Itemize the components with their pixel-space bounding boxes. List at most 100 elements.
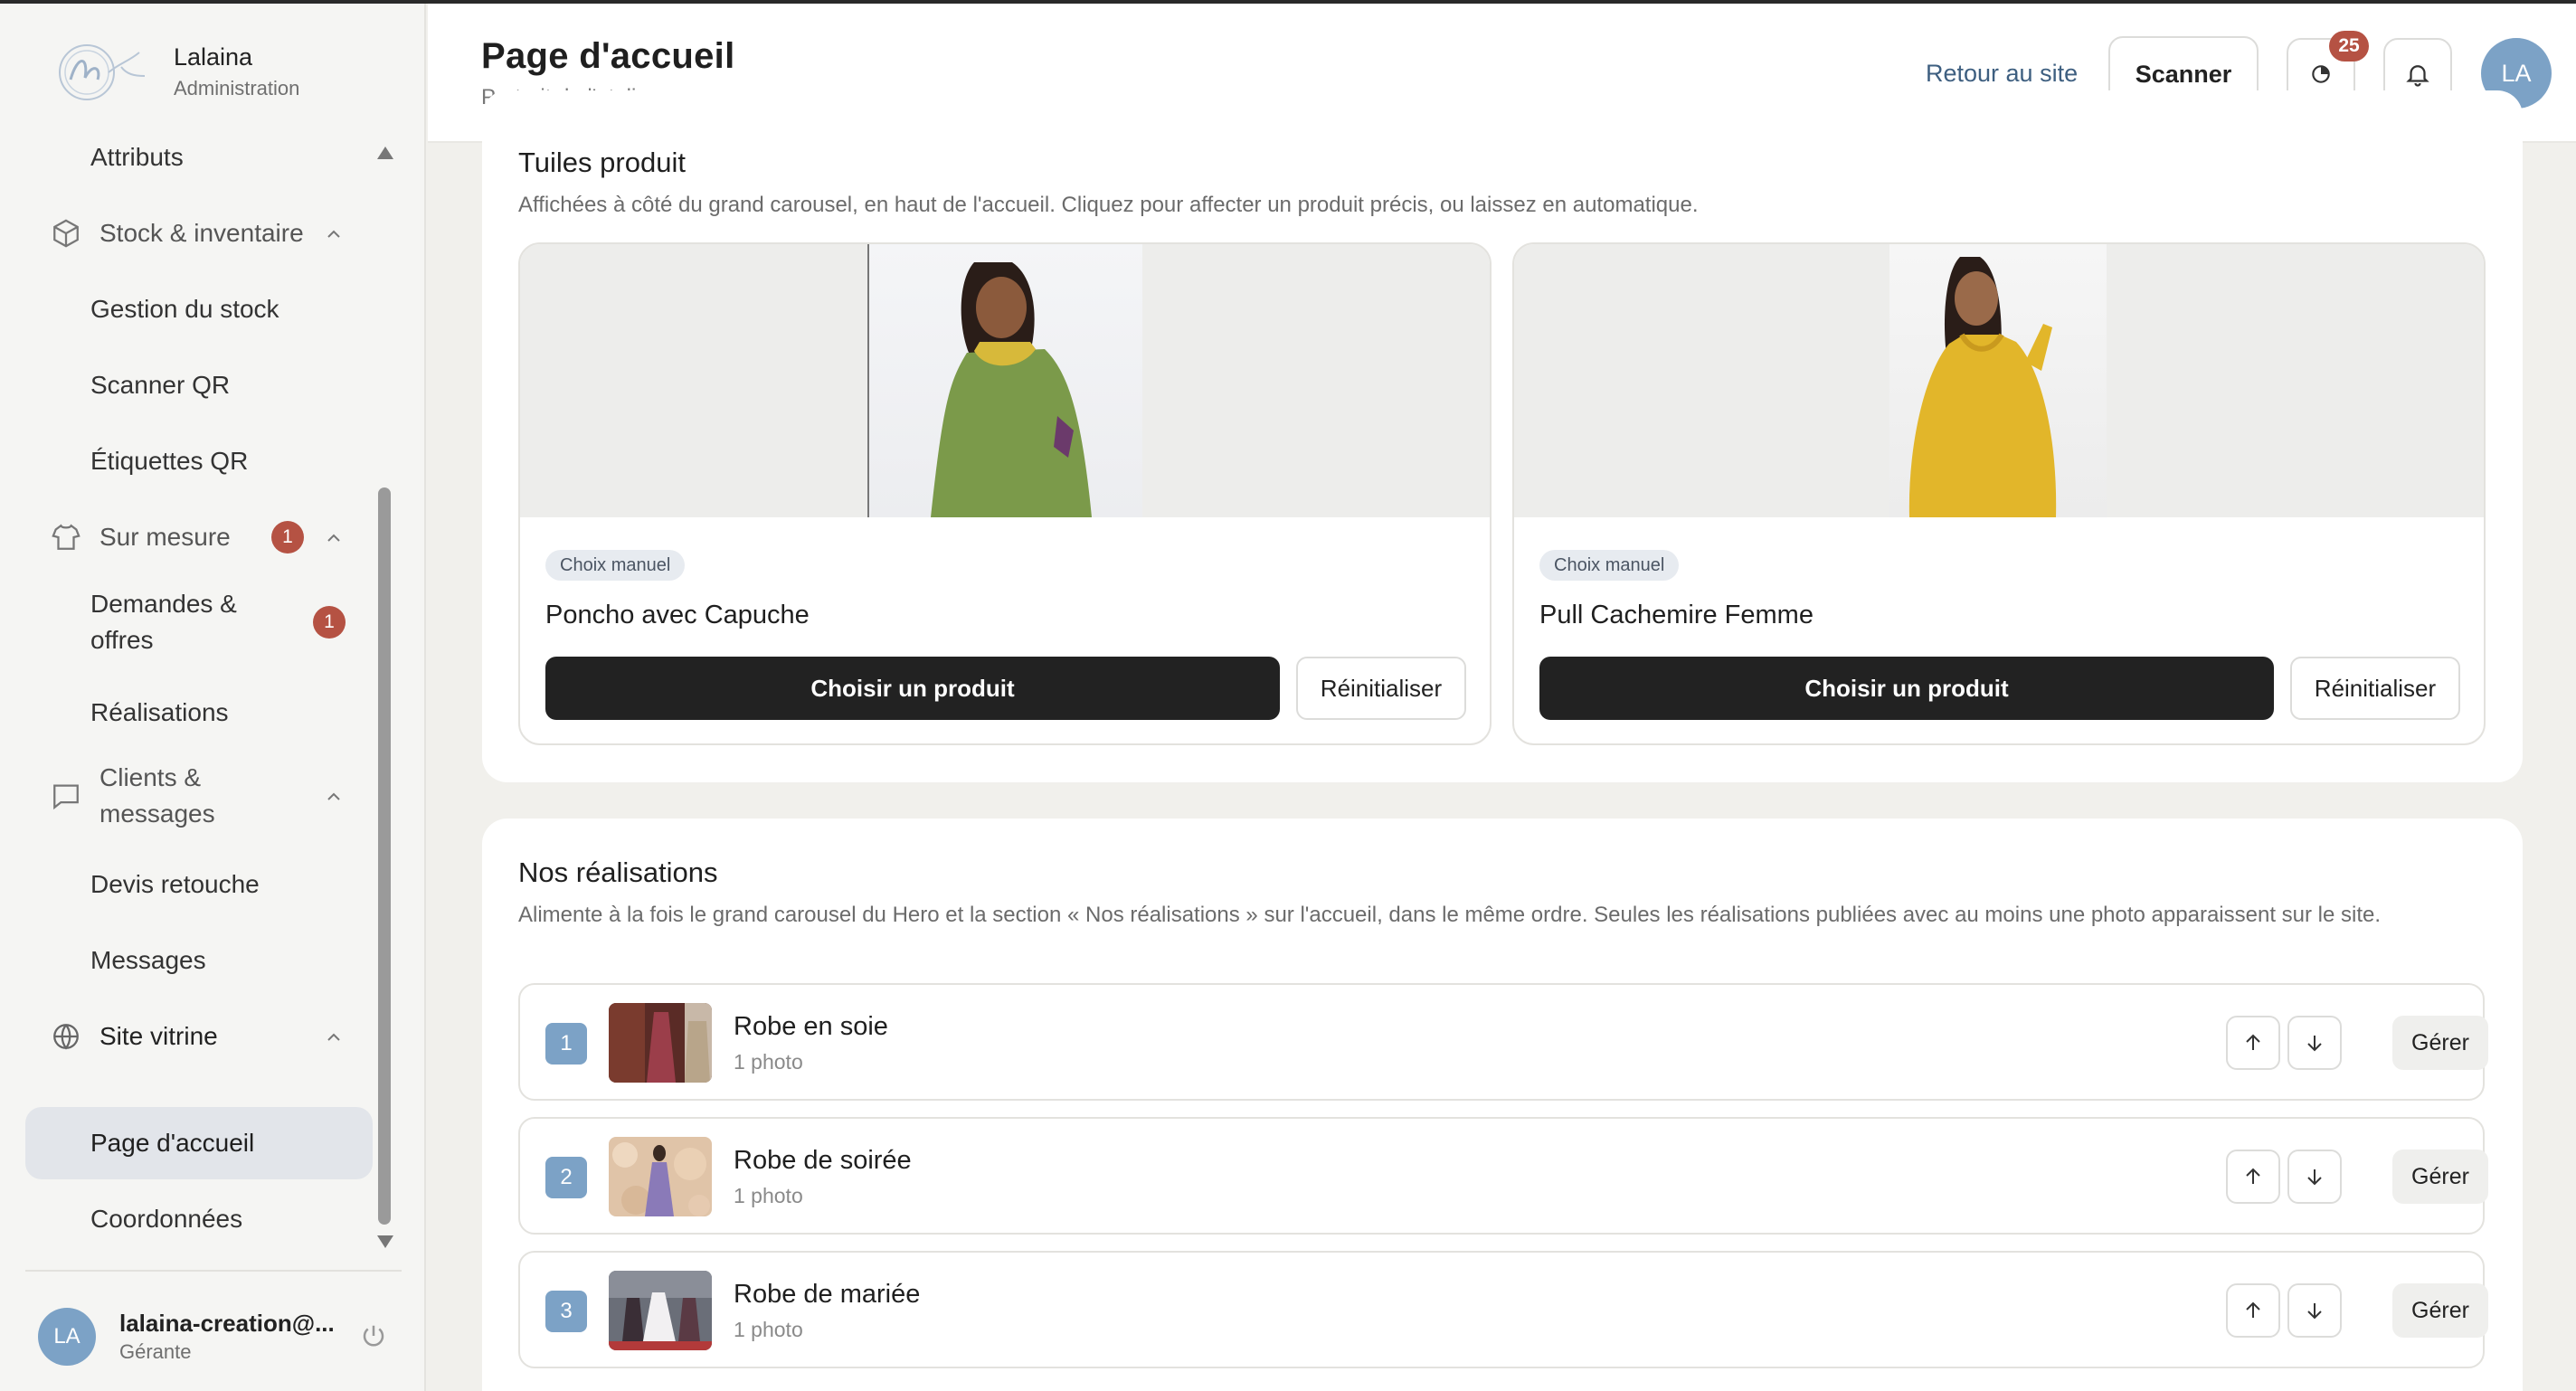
reset-button[interactable]: Réinitialiser: [2290, 657, 2460, 720]
sidebar-item-label-line1: Demandes &: [90, 590, 237, 618]
list-item[interactable]: 1 Robe en soie 1 photo Gérer: [518, 983, 2488, 1101]
sidebar-item-scanner-qr[interactable]: Scanner QR: [25, 349, 373, 421]
sidebar-item-label: Page d'accueil: [90, 1129, 255, 1157]
tile-image: [1514, 244, 2484, 517]
sidebar-item-label: Messages: [90, 946, 206, 974]
arrow-down-icon: [2307, 1169, 2322, 1186]
sidebar-item-page-accueil[interactable]: Page d'accueil: [25, 1107, 373, 1179]
realisation-title: Robe de mariée: [734, 1280, 921, 1309]
sidebar-item-label: Devis retouche: [90, 870, 260, 898]
manual-choice-chip: Choix manuel: [545, 550, 686, 581]
manage-button[interactable]: Gérer: [2392, 1016, 2488, 1070]
move-down-button[interactable]: [2287, 1150, 2342, 1204]
arrow-up-icon: [2246, 1301, 2260, 1318]
order-number: 3: [545, 1291, 587, 1332]
back-to-site-link[interactable]: Retour au site: [1926, 60, 2078, 88]
sidebar-item-label: Réalisations: [90, 698, 229, 726]
user-role: Gérante: [119, 1340, 192, 1363]
move-up-button[interactable]: [2226, 1150, 2280, 1204]
sidebar-item-coordonnees[interactable]: Coordonnées: [25, 1183, 373, 1255]
realisation-thumbnail: [609, 1003, 712, 1083]
arrow-up-icon: [2246, 1034, 2260, 1050]
shirt-icon: [52, 524, 80, 550]
tiles-section: Tuiles produit Affichées à côté du grand…: [482, 90, 2523, 782]
chevron-up-icon: [327, 792, 340, 800]
move-up-button[interactable]: [2226, 1016, 2280, 1070]
sidebar-item-attributs[interactable]: Attributs: [25, 121, 373, 194]
photo-count: 1 photo: [734, 1318, 803, 1341]
history-icon: [2312, 65, 2330, 83]
section-title: Tuiles produit: [518, 147, 686, 178]
brand[interactable]: Lalaina Administration: [51, 36, 299, 107]
sidebar-group-label-line2: messages: [99, 800, 215, 828]
list-item[interactable]: 2 Robe de soirée 1 photo Gérer: [518, 1117, 2488, 1235]
sidebar-group-sur-mesure[interactable]: Sur mesure 1: [25, 501, 373, 573]
product-photo: [1889, 244, 2107, 517]
section-title: Nos réalisations: [518, 856, 718, 888]
sur-mesure-badge: 1: [271, 521, 304, 554]
sidebar-scrollbar[interactable]: [378, 487, 391, 1225]
sidebar-group-label: Stock & inventaire: [99, 219, 304, 247]
product-tile[interactable]: Choix manuel Poncho avec Capuche Choisir…: [518, 242, 1492, 745]
sidebar-item-label-line2: offres: [90, 626, 154, 654]
tile-product-name: Poncho avec Capuche: [545, 601, 810, 629]
sidebar-item-label: Attributs: [90, 143, 184, 171]
chevron-up-icon: [327, 230, 340, 238]
sidebar-group-site-vitrine[interactable]: Site vitrine: [25, 1000, 373, 1073]
sidebar-item-label: Étiquettes QR: [90, 447, 249, 475]
brand-subtitle: Administration: [174, 76, 300, 99]
demandes-badge: 1: [313, 606, 346, 639]
scroll-up-arrow[interactable]: [377, 147, 393, 159]
sidebar-group-stock[interactable]: Stock & inventaire: [25, 197, 373, 270]
tile-product-name: Pull Cachemire Femme: [1539, 601, 1814, 629]
sidebar-item-label: Gestion du stock: [90, 295, 279, 323]
chevron-up-icon: [327, 534, 340, 542]
sidebar-item-gestion-stock[interactable]: Gestion du stock: [25, 273, 373, 345]
sidebar-group-clients[interactable]: Clients & messages: [25, 751, 373, 841]
order-number: 2: [545, 1157, 587, 1198]
avatar[interactable]: LA: [38, 1308, 96, 1366]
move-down-button[interactable]: [2287, 1283, 2342, 1338]
reset-button[interactable]: Réinitialiser: [1296, 657, 1466, 720]
sidebar-item-realisations[interactable]: Réalisations: [25, 677, 373, 749]
sidebar-item-demandes[interactable]: Demandes & offres 1: [25, 577, 373, 667]
section-description: Affichées à côté du grand carousel, en h…: [518, 193, 1699, 217]
box-icon: [53, 219, 79, 248]
order-number: 1: [545, 1023, 587, 1065]
chevron-up-icon: [327, 1033, 340, 1041]
sidebar-group-label: Site vitrine: [99, 1022, 218, 1050]
choose-product-button[interactable]: Choisir un produit: [545, 657, 1280, 720]
arrow-down-icon: [2307, 1036, 2322, 1052]
scroll-down-arrow[interactable]: [377, 1235, 393, 1248]
chat-icon: [53, 784, 79, 810]
tile-image: [520, 244, 1490, 517]
realisation-thumbnail: [609, 1271, 712, 1350]
manage-button[interactable]: Gérer: [2392, 1283, 2488, 1338]
user-email: lalaina-creation@...: [119, 1310, 335, 1337]
choose-product-button[interactable]: Choisir un produit: [1539, 657, 2274, 720]
sidebar-item-devis[interactable]: Devis retouche: [25, 848, 373, 921]
realisation-title: Robe de soirée: [734, 1146, 912, 1175]
move-down-button[interactable]: [2287, 1016, 2342, 1070]
arrow-up-icon: [2246, 1168, 2260, 1184]
manual-choice-chip: Choix manuel: [1539, 550, 1680, 581]
power-icon[interactable]: [360, 1322, 387, 1349]
sidebar-item-label: Coordonnées: [90, 1205, 243, 1233]
sidebar-group-label-line1: Clients &: [99, 763, 202, 791]
product-tile[interactable]: Choix manuel Pull Cachemire Femme Choisi…: [1512, 242, 2486, 745]
logo-icon: [59, 44, 146, 100]
globe-icon: [53, 1024, 79, 1050]
list-item[interactable]: 3 Robe de mariée 1 photo Gérer: [518, 1251, 2488, 1368]
brand-name: Lalaina: [174, 43, 253, 71]
user-panel: LA lalaina-creation@... Gérante: [25, 1270, 402, 1391]
sidebar-item-messages[interactable]: Messages: [25, 924, 373, 997]
realisation-thumbnail: [609, 1137, 712, 1216]
realisation-title: Robe en soie: [734, 1012, 888, 1041]
arrow-down-icon: [2307, 1303, 2322, 1320]
section-description: Alimente à la fois le grand carousel du …: [518, 903, 2382, 927]
photo-count: 1 photo: [734, 1050, 803, 1074]
sidebar-item-label: Scanner QR: [90, 371, 231, 399]
manage-button[interactable]: Gérer: [2392, 1150, 2488, 1204]
move-up-button[interactable]: [2226, 1283, 2280, 1338]
sidebar-item-etiquettes-qr[interactable]: Étiquettes QR: [25, 425, 373, 497]
